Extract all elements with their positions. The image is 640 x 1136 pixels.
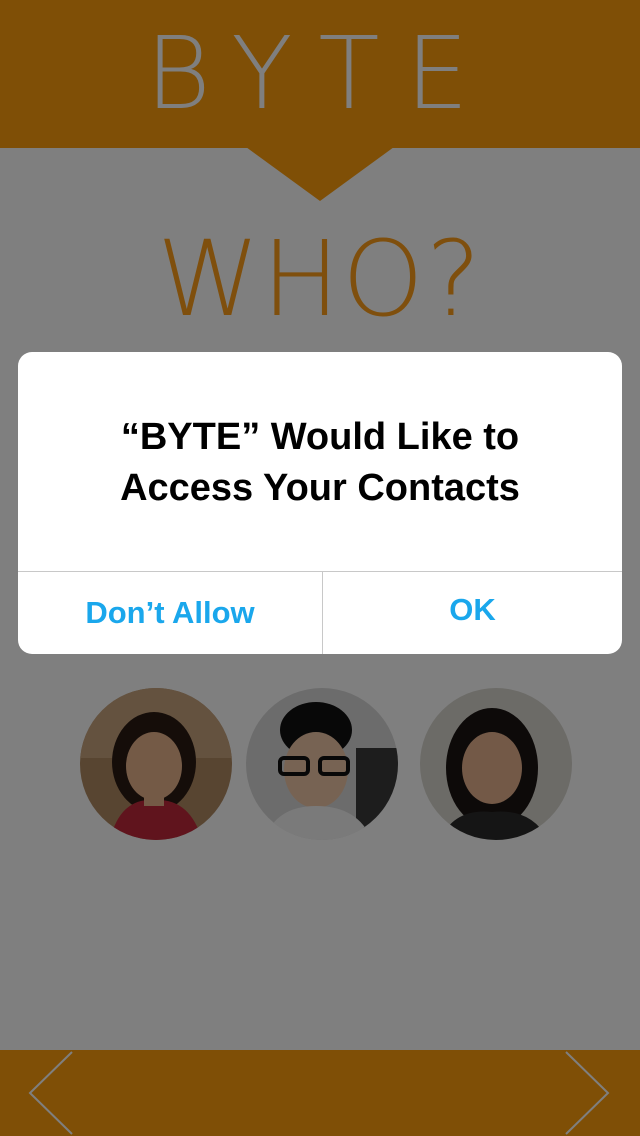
contacts-permission-alert: “BYTE” Would Like to Access Your Contact…: [18, 352, 622, 654]
alert-actions: Don’t Allow OK: [18, 571, 622, 654]
dont-allow-button[interactable]: Don’t Allow: [18, 572, 323, 654]
ok-button[interactable]: OK: [323, 572, 622, 654]
alert-message: “BYTE” Would Like to Access Your Contact…: [38, 412, 602, 514]
alert-message-line-1: “BYTE” Would Like to: [120, 416, 520, 458]
alert-message-line-2: Access Your Contacts: [120, 467, 520, 509]
